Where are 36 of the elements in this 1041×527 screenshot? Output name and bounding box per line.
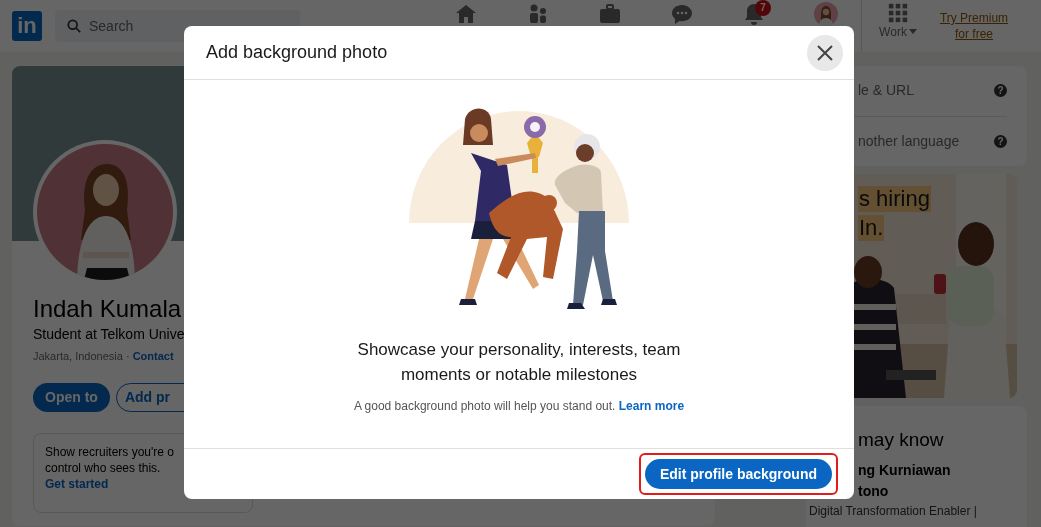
dialog-hint: A good background photo will help you stand out. Learn more bbox=[353, 398, 685, 415]
dialog-title: Add background photo bbox=[206, 41, 388, 64]
learn-more-link[interactable]: Learn more bbox=[618, 399, 685, 413]
ad-headline: In. bbox=[858, 215, 885, 241]
profile-headline: Student at Telkom Unive bbox=[33, 325, 184, 344]
card-title: may know bbox=[857, 428, 945, 452]
home-icon[interactable] bbox=[454, 2, 478, 26]
search-icon bbox=[67, 19, 81, 33]
ad-headline: s hiring bbox=[858, 186, 931, 212]
person-headline: Digital Transformation Enabler | bbox=[808, 503, 978, 520]
grid-icon[interactable] bbox=[887, 2, 909, 24]
help-icon[interactable]: ? bbox=[994, 134, 1007, 148]
caret-icon bbox=[908, 29, 917, 35]
briefcase-icon[interactable] bbox=[598, 2, 622, 26]
edit-profile-background-button[interactable]: Edit profile background bbox=[644, 459, 832, 489]
close-icon bbox=[817, 44, 833, 61]
chat-icon[interactable] bbox=[670, 2, 694, 26]
settings-link[interactable]: le & URL bbox=[858, 80, 994, 102]
close-button[interactable] bbox=[807, 34, 843, 71]
help-icon[interactable]: ? bbox=[994, 84, 1007, 98]
profile-location: Jakarta, Indonesia · bbox=[33, 349, 131, 364]
open-to-button[interactable]: Open to bbox=[33, 383, 110, 412]
profile-name: Indah Kumala bbox=[33, 294, 183, 324]
search-placeholder: Search bbox=[89, 16, 134, 36]
logo[interactable]: in bbox=[12, 11, 42, 41]
dialog-message: Showcase your personality, interests, team moments or notable milestones bbox=[356, 339, 682, 386]
person-name[interactable]: ng Kurniawan bbox=[858, 460, 1027, 481]
notification-badge: 7 bbox=[755, 0, 771, 16]
contact-info-link[interactable]: Contact bbox=[132, 346, 174, 366]
avatar-icon[interactable] bbox=[813, 2, 838, 26]
person-name[interactable]: tono bbox=[858, 481, 1027, 502]
settings-link[interactable]: nother language bbox=[858, 130, 994, 152]
work-menu-label[interactable]: Work bbox=[879, 25, 907, 39]
premium-link[interactable]: Try Premium for free bbox=[934, 10, 1014, 42]
card-text: control who sees this. bbox=[45, 460, 162, 476]
card-text: Show recruiters you're o bbox=[45, 444, 175, 460]
